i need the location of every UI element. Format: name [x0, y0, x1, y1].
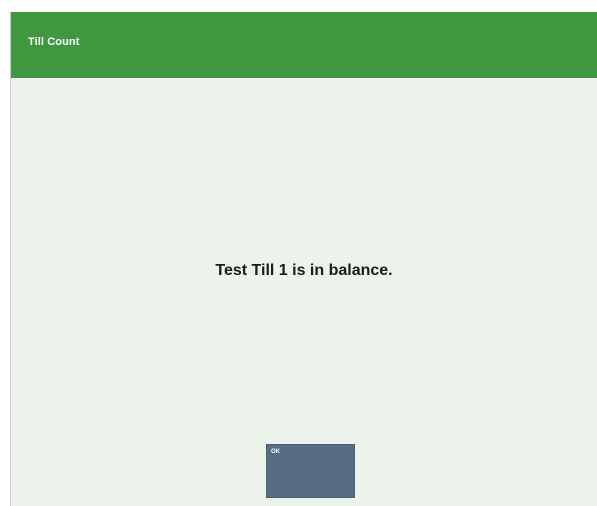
dialog-title: Till Count: [28, 36, 80, 48]
title-bar: Till Count: [11, 12, 597, 78]
till-count-dialog: Till Count Test Till 1 is in balance. OK: [10, 12, 597, 506]
ok-button-label: OK: [271, 449, 280, 455]
ok-button[interactable]: OK: [266, 444, 355, 498]
balance-message: Test Till 1 is in balance.: [215, 262, 393, 279]
